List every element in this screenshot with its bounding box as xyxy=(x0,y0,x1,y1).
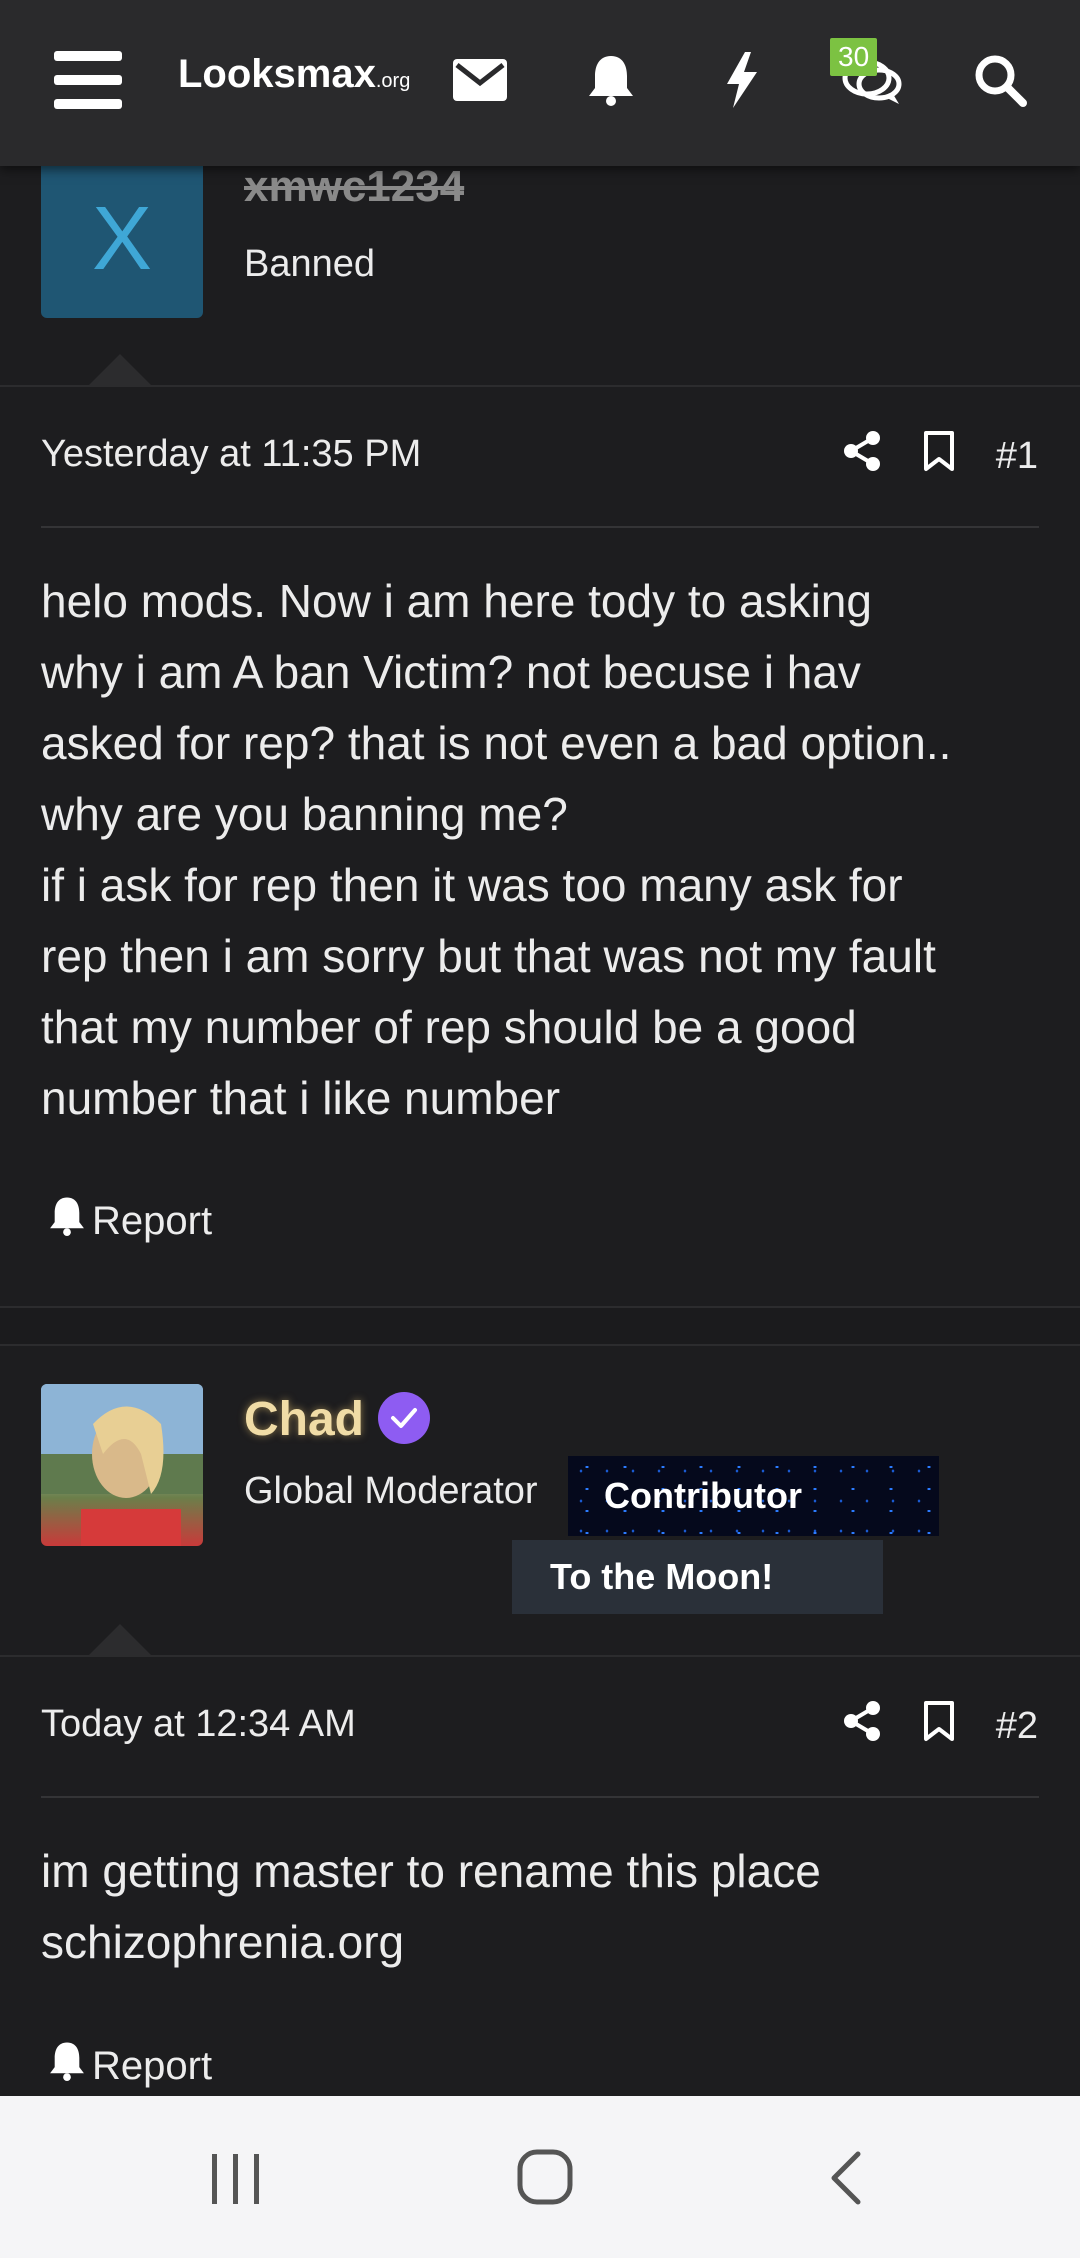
post-line: asked for rep? that is not even a bad op… xyxy=(41,717,952,769)
avatar[interactable]: X xyxy=(41,160,203,318)
post-line: number that i like number xyxy=(41,1072,561,1124)
bookmark-icon[interactable] xyxy=(922,430,956,482)
share-icon[interactable] xyxy=(842,430,882,482)
divider xyxy=(41,526,1039,528)
logo-text: Looksmax xyxy=(178,52,376,96)
user-title: Banned xyxy=(244,243,376,285)
post-pointer xyxy=(88,354,152,386)
post-actions: #2 xyxy=(842,1700,1038,1752)
post-number[interactable]: #2 xyxy=(996,1705,1038,1748)
divider xyxy=(0,385,1080,387)
avatar[interactable] xyxy=(41,1384,203,1546)
envelope-icon[interactable] xyxy=(440,40,520,120)
post-line: that my number of rep should be a good xyxy=(41,1001,857,1053)
post-line: helo mods. Now i am here tody to asking xyxy=(41,575,872,627)
post-body: helo mods. Now i am here tody to asking … xyxy=(41,566,1051,1134)
post-number[interactable]: #1 xyxy=(996,435,1038,478)
post-pointer xyxy=(88,1624,152,1656)
report-button[interactable]: Report xyxy=(48,1196,212,1246)
search-icon[interactable] xyxy=(960,40,1040,120)
post-actions: #1 xyxy=(842,430,1038,482)
lightning-icon[interactable] xyxy=(701,40,781,120)
verified-icon xyxy=(378,1392,430,1444)
user-banner-to-the-moon: To the Moon! xyxy=(512,1540,883,1614)
user-banner-contributor: Contributor xyxy=(568,1456,939,1536)
divider xyxy=(41,1796,1039,1798)
recent-apps-icon[interactable] xyxy=(208,2152,264,2211)
post-line: im getting master to rename this place xyxy=(41,1845,821,1897)
report-label: Report xyxy=(92,2043,213,2088)
bell-icon xyxy=(48,2041,86,2091)
post-timestamp[interactable]: Today at 12:34 AM xyxy=(41,1703,356,1746)
post-separator xyxy=(0,1306,1080,1346)
post-timestamp[interactable]: Yesterday at 11:35 PM xyxy=(41,433,421,476)
share-icon[interactable] xyxy=(842,1700,882,1752)
home-icon[interactable] xyxy=(516,2148,574,2211)
site-logo[interactable]: Looksmax.org xyxy=(178,52,410,97)
post-body: im getting master to rename this place s… xyxy=(41,1836,1051,1978)
logo-suffix: .org xyxy=(375,70,411,92)
post-line: rep then i am sorry but that was not my … xyxy=(41,930,936,982)
username[interactable]: Chad xyxy=(244,1392,364,1447)
system-navigation-bar xyxy=(0,2096,1080,2258)
username[interactable]: xmwc1234 xyxy=(244,162,464,212)
post-line: why i am A ban Victim? not becuse i hav xyxy=(41,646,861,698)
divider xyxy=(0,1655,1080,1657)
menu-icon[interactable] xyxy=(48,40,128,120)
conversations-badge[interactable]: 30 xyxy=(830,38,878,76)
post-line: why are you banning me? xyxy=(41,788,568,840)
post-line: if i ask for rep then it was too many as… xyxy=(41,859,903,911)
bell-icon[interactable] xyxy=(571,40,651,120)
user-title: Global Moderator xyxy=(244,1470,538,1512)
top-bar: Looksmax.org 30 xyxy=(0,0,1080,166)
back-icon[interactable] xyxy=(826,2150,866,2211)
bell-icon xyxy=(48,1196,86,1246)
report-label: Report xyxy=(92,1198,213,1243)
report-button[interactable]: Report xyxy=(48,2041,212,2091)
bookmark-icon[interactable] xyxy=(922,1700,956,1752)
post-line: schizophrenia.org xyxy=(41,1916,405,1968)
avatar-letter: X xyxy=(91,188,153,289)
